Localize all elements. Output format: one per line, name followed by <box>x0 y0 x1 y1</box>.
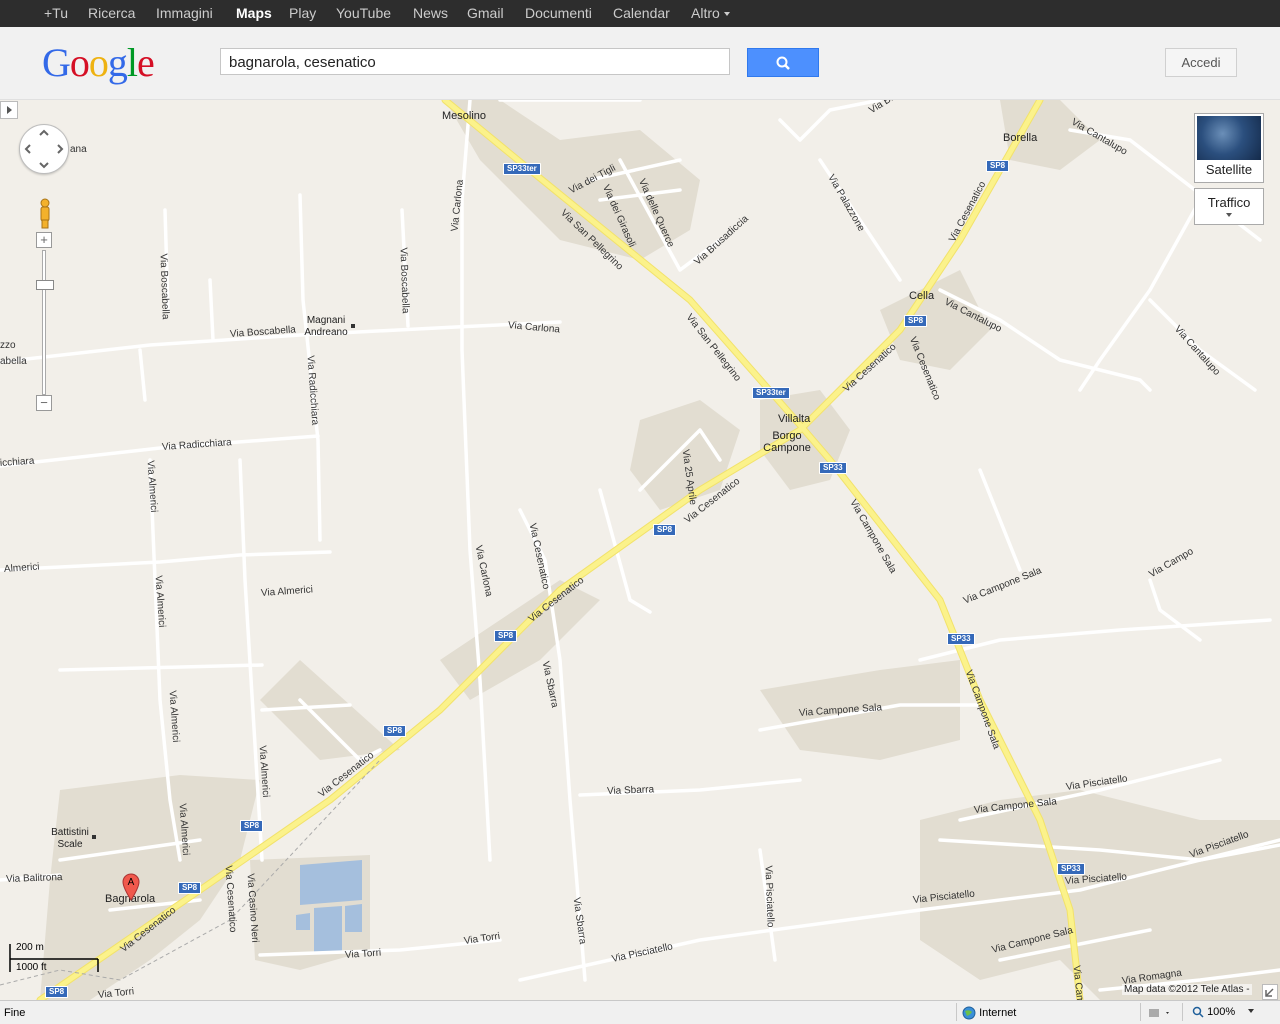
gbar-item-youtube[interactable]: YouTube <box>336 0 391 27</box>
protected-mode-icon[interactable] <box>1148 1006 1174 1023</box>
search-button[interactable] <box>747 48 819 77</box>
map-canvas[interactable]: Mesolino Borella Cella Villalta Borgo Ca… <box>0 100 1280 1000</box>
road-label: Via Boscabella <box>397 247 411 314</box>
place-label: Magnani Andreano <box>304 315 348 338</box>
map-copyright: Map data ©2012 Tele Atlas - <box>1122 984 1252 995</box>
traffic-button[interactable]: Traffico <box>1194 188 1264 225</box>
browser-status-bar: Fine Internet 100% <box>0 1000 1280 1024</box>
place-label: Villalta <box>778 413 811 425</box>
pan-arrows-icon <box>24 129 64 169</box>
traffic-label: Traffico <box>1207 195 1251 210</box>
place-label: Borella <box>1003 132 1038 144</box>
route-shield: SP8 <box>986 160 1010 172</box>
satellite-label: Satellite <box>1205 162 1253 177</box>
pan-control[interactable] <box>19 124 69 174</box>
chevron-down-icon <box>1226 213 1232 217</box>
road-label: zzo <box>0 340 16 351</box>
route-shield: SP8 <box>653 524 677 536</box>
route-shield: SP8 <box>45 986 69 998</box>
scale-metric: 200 m <box>16 942 44 953</box>
search-input[interactable]: bagnarola, cesenatico <box>220 48 730 75</box>
road-label: abella <box>0 356 27 367</box>
chevron-right-icon <box>7 106 12 114</box>
route-shield: SP33 <box>1057 863 1085 875</box>
google-logo[interactable]: Google <box>42 39 155 86</box>
status-text: Fine <box>4 1007 26 1019</box>
chevron-down-icon[interactable] <box>1248 1009 1254 1013</box>
gbar-more-label: Altro <box>691 5 720 21</box>
route-shield: SP33ter <box>752 387 790 399</box>
zoom-level[interactable]: 100% <box>1192 1006 1235 1018</box>
gbar-item-gmail[interactable]: Gmail <box>467 0 504 27</box>
route-shield: SP33 <box>819 462 847 474</box>
road-label: ana <box>70 144 87 155</box>
route-shield: SP8 <box>904 315 928 327</box>
street-view-pegman-icon[interactable] <box>36 198 54 230</box>
route-shield: SP8 <box>178 882 202 894</box>
toggle-panel-button[interactable] <box>0 101 18 119</box>
zone-label: Internet <box>979 1006 1017 1019</box>
route-shield: SP8 <box>240 820 264 832</box>
zoom-out-button[interactable]: − <box>36 395 52 411</box>
satellite-thumbnail <box>1197 116 1261 160</box>
road-label: Via Pisciatello <box>762 865 776 928</box>
gbar-item-docs[interactable]: Documenti <box>525 0 592 27</box>
gbar-item-calendar[interactable]: Calendar <box>613 0 670 27</box>
google-bar: +Tu Ricerca Immagini Maps Play YouTube N… <box>0 0 1280 27</box>
place-label: Battistini Scale <box>51 827 89 850</box>
zoom-level-label: 100% <box>1207 1006 1236 1018</box>
gbar-item-search[interactable]: Ricerca <box>88 0 135 27</box>
gbar-item-maps[interactable]: Maps <box>236 0 272 27</box>
expand-icon[interactable] <box>1262 984 1278 1000</box>
zoom-slider-handle[interactable] <box>36 280 54 290</box>
road-label: Via Boscabella <box>157 253 171 320</box>
scale-imperial: 1000 ft <box>16 962 47 973</box>
map-tiles <box>0 100 1280 1000</box>
gbar-item-news[interactable]: News <box>413 0 448 27</box>
satellite-button[interactable]: Satellite <box>1194 113 1264 183</box>
place-label: Borgo Campone <box>763 430 811 454</box>
place-label: Cella <box>909 290 935 302</box>
globe-icon <box>962 1006 976 1020</box>
signin-button[interactable]: Accedi <box>1165 48 1237 77</box>
gbar-item-plus[interactable]: +Tu <box>44 0 68 27</box>
zoom-slider-track[interactable] <box>42 250 46 395</box>
search-icon <box>776 56 790 70</box>
marker-letter: A <box>128 877 135 888</box>
magnifier-icon <box>1192 1006 1204 1018</box>
gbar-item-play[interactable]: Play <box>289 0 316 27</box>
route-shield: SP8 <box>383 725 407 737</box>
road-label: Via Balitrona <box>5 872 63 885</box>
zoom-in-button[interactable]: + <box>36 232 52 248</box>
place-label: Mesolino <box>442 110 487 122</box>
road-label: Via Sbarra <box>606 784 655 797</box>
scale-bar: 200 m 1000 ft <box>8 942 102 976</box>
header: Google bagnarola, cesenatico Accedi <box>0 27 1280 100</box>
security-zone: Internet <box>962 1006 1016 1020</box>
route-shield: SP33ter <box>503 163 541 175</box>
location-marker-icon[interactable]: A <box>122 873 140 901</box>
route-shield: SP8 <box>494 630 518 642</box>
route-shield: SP33 <box>947 633 975 645</box>
gbar-item-images[interactable]: Immagini <box>156 0 213 27</box>
gbar-item-more[interactable]: Altro <box>691 0 730 27</box>
chevron-down-icon <box>723 12 730 17</box>
